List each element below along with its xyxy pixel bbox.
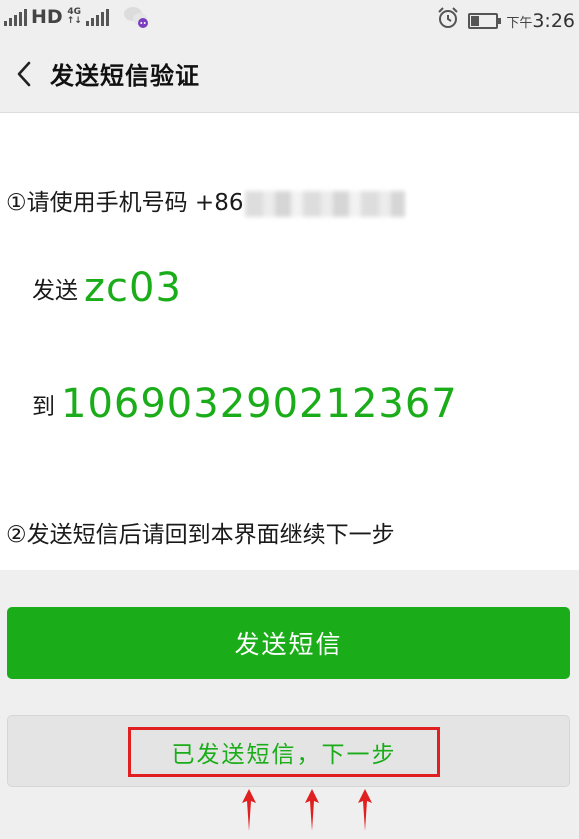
network-type-label: HD	[31, 6, 63, 28]
chevron-left-icon	[17, 61, 31, 87]
target-number: 106903290212367	[61, 381, 458, 427]
status-right: 下午3:26	[436, 6, 575, 35]
send-sms-button[interactable]: 发送短信	[7, 607, 570, 679]
signal-icon	[4, 8, 27, 26]
step-2: ②发送短信后请回到本界面继续下一步	[6, 515, 395, 549]
status-left: HD 4G ↑↓	[4, 6, 149, 28]
step-1-marker: ①	[6, 190, 27, 216]
arrow-up-icon	[242, 789, 256, 831]
clock-time: 3:26	[532, 9, 575, 32]
next-step-label: 已发送短信，下一步	[171, 742, 397, 768]
back-button[interactable]	[6, 56, 42, 92]
next-step-highlight[interactable]: 已发送短信，下一步	[128, 727, 440, 777]
send-prefix: 发送	[32, 278, 78, 304]
send-to-line: 到 106903290212367	[32, 381, 458, 427]
send-code-line: 发送 zc03	[32, 265, 182, 311]
time-prefix: 下午	[506, 15, 533, 31]
signal-icon-2	[85, 8, 109, 26]
arrow-up-icon	[305, 789, 319, 831]
instruction-panel: ①请使用手机号码 +86 发送 zc03 到 106903290212367 ②发送…	[0, 113, 579, 570]
status-bar: HD 4G ↑↓ 下午3:26	[0, 0, 579, 36]
redacted-phone-number	[245, 190, 406, 217]
sms-code: zc03	[84, 265, 182, 311]
page-title: 发送短信验证	[50, 62, 200, 90]
wechat-notification-icon	[123, 6, 149, 28]
to-prefix: 到	[32, 394, 55, 420]
nav-bar: 发送短信验证	[0, 36, 579, 113]
step-2-text: 发送短信后请回到本界面继续下一步	[26, 522, 395, 548]
alarm-icon	[436, 6, 460, 35]
arrow-up-icon	[358, 789, 372, 831]
step-1: ①请使用手机号码 +86	[6, 183, 406, 217]
step-1-text: 请使用手机号码 +86	[26, 190, 244, 216]
network-4g-icon: 4G ↑↓	[66, 7, 82, 26]
step-2-marker: ②	[6, 522, 27, 548]
battery-icon	[468, 12, 502, 29]
